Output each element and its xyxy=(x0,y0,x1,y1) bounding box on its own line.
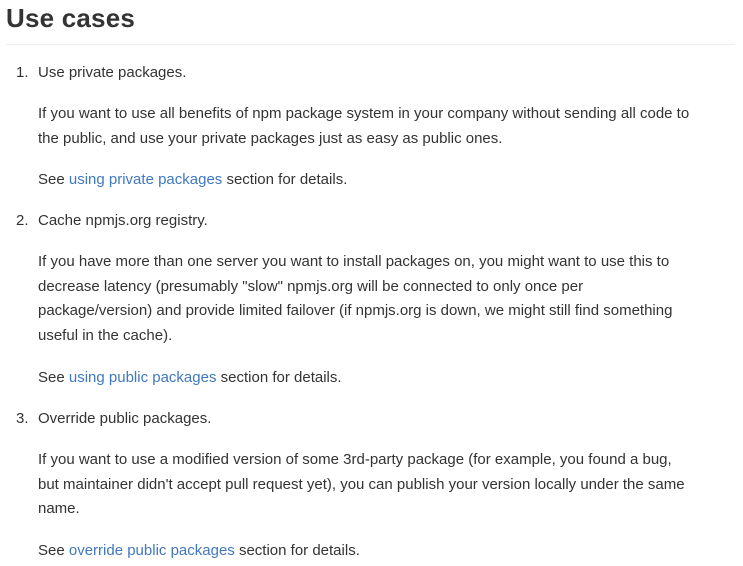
see-details-line: See using public packages section for de… xyxy=(38,366,738,391)
see-details-line: See using private packages section for d… xyxy=(38,168,738,193)
list-item-title: Cache npmjs.org registry. xyxy=(38,212,208,229)
list-item-title: Override public packages. xyxy=(38,410,212,427)
description-line: name. xyxy=(38,500,80,517)
description-line: useful in the cache). xyxy=(38,326,173,344)
description-line: If you want to use a modified version of… xyxy=(38,451,672,468)
list-item-description: If you want to use all benefits of npm p… xyxy=(38,102,738,151)
see-suffix: section for details. xyxy=(234,542,360,559)
using-public-packages-link[interactable]: using public packages xyxy=(69,369,217,386)
see-suffix: section for details. xyxy=(222,171,348,188)
list-item-number: 2. xyxy=(16,212,29,229)
see-prefix: See xyxy=(38,171,69,188)
override-public-packages-link[interactable]: override public packages xyxy=(69,542,235,559)
list-item-number: 1. xyxy=(16,64,29,81)
list-item-description: If you have more than one server you wan… xyxy=(38,250,738,348)
description-line: If you want to use all benefits of npm p… xyxy=(38,105,690,122)
description-line: decrease latency (presumably "slow" npmj… xyxy=(38,277,584,295)
list-item-number: 3. xyxy=(16,410,29,427)
description-line: but maintainer didn't accept pull reques… xyxy=(38,475,685,493)
see-prefix: See xyxy=(38,542,69,559)
description-line: package/version) and provide limited fai… xyxy=(38,302,673,319)
list-item-description: If you want to use a modified version of… xyxy=(38,448,738,522)
heading-divider xyxy=(6,44,734,45)
description-line: the public, and use your private package… xyxy=(38,129,503,147)
see-suffix: section for details. xyxy=(216,369,342,386)
description-line: If you have more than one server you wan… xyxy=(38,253,670,270)
see-prefix: See xyxy=(38,369,69,386)
section-heading: Use cases xyxy=(6,3,136,33)
using-private-packages-link[interactable]: using private packages xyxy=(69,171,222,188)
list-item-title: Use private packages. xyxy=(38,64,187,81)
see-details-line: See override public packages section for… xyxy=(38,539,738,564)
document-page: Use cases 1. Use private packages. If yo… xyxy=(0,0,743,566)
